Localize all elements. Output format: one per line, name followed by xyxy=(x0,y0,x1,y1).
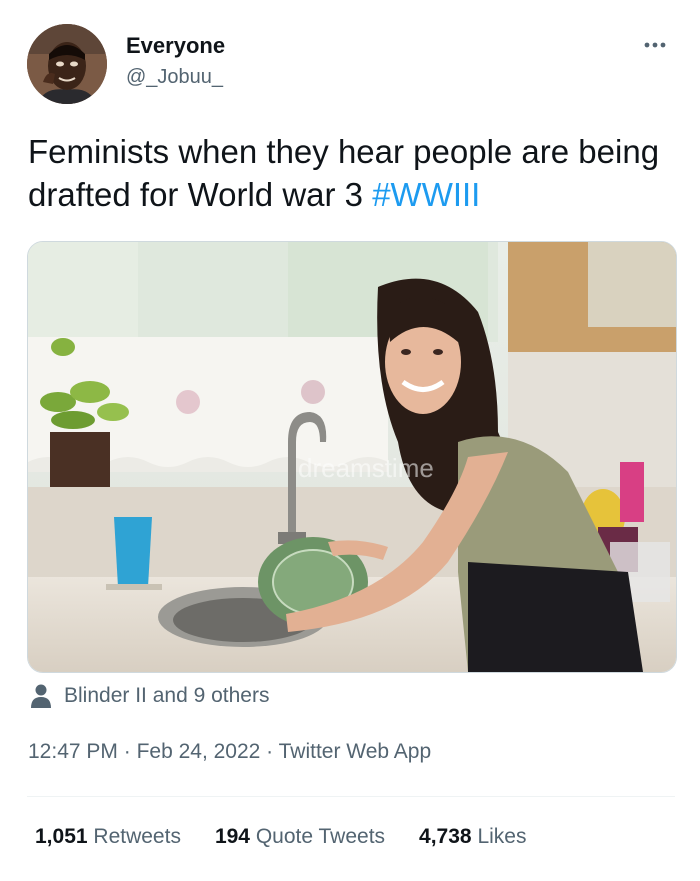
likes-label: Likes xyxy=(477,825,527,848)
tweet-stats: 1,051 Retweets 194 Quote Tweets 4,738 Li… xyxy=(35,825,560,849)
photo-image: dreamstime xyxy=(28,242,676,672)
quote-tweets-stat[interactable]: 194 Quote Tweets xyxy=(215,825,385,849)
tweet-text: Feminists when they hear people are bein… xyxy=(28,130,668,216)
tweet-source[interactable]: Twitter Web App xyxy=(279,740,432,763)
avatar[interactable] xyxy=(27,24,107,104)
tweet-body: Feminists when they hear people are bein… xyxy=(28,133,660,213)
quote-tweets-label: Quote Tweets xyxy=(255,825,386,848)
meta-separator: · xyxy=(260,740,279,763)
retweets-stat[interactable]: 1,051 Retweets xyxy=(35,825,181,849)
person-icon xyxy=(31,684,51,708)
hashtag-link[interactable]: #WWIII xyxy=(372,176,480,213)
tagged-label: Blinder II and 9 others xyxy=(64,684,270,707)
likes-stat[interactable]: 4,738 Likes xyxy=(419,825,526,849)
avatar-image xyxy=(27,24,107,104)
tweet-date[interactable]: Feb 24, 2022 xyxy=(137,740,261,763)
tweet-photo[interactable]: dreamstime xyxy=(27,241,677,673)
more-options-icon xyxy=(644,42,666,48)
divider xyxy=(27,796,675,797)
meta-separator: · xyxy=(117,740,137,763)
tweet-time[interactable]: 12:47 PM xyxy=(28,740,118,763)
likes-count: 4,738 xyxy=(419,825,472,848)
photo-watermark: dreamstime xyxy=(298,453,434,483)
retweets-count: 1,051 xyxy=(35,825,88,848)
tweet-metadata: 12:47 PM · Feb 24, 2022 · Twitter Web Ap… xyxy=(28,740,431,764)
quote-tweets-count: 194 xyxy=(214,825,250,848)
retweets-label: Retweets xyxy=(93,825,181,848)
tweet-header: Everyone @_Jobuu_ xyxy=(0,0,700,120)
more-options-button[interactable] xyxy=(640,30,670,60)
author-handle[interactable]: @_Jobuu_ xyxy=(126,66,223,89)
tagged-people[interactable]: Blinder II and 9 others xyxy=(30,683,269,709)
author-display-name[interactable]: Everyone xyxy=(126,33,225,59)
